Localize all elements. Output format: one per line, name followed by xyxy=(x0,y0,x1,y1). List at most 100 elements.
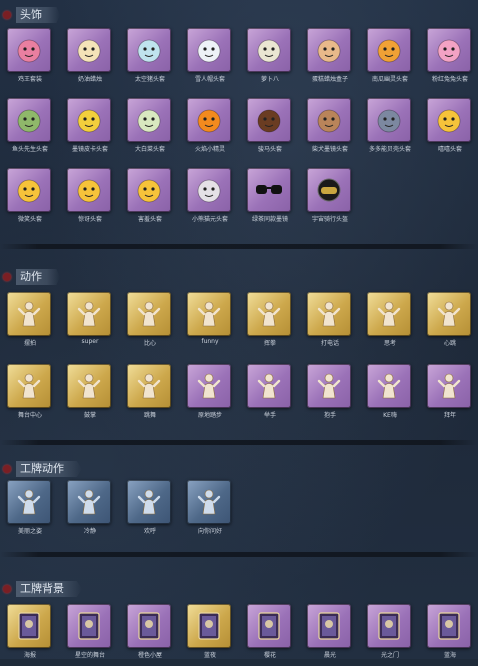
item-slot[interactable]: 比心 xyxy=(127,292,173,354)
item-card[interactable] xyxy=(67,364,111,408)
item-slot[interactable]: 跳舞 xyxy=(127,364,173,426)
item-card[interactable] xyxy=(67,604,111,648)
item-card[interactable] xyxy=(307,364,351,408)
item-slot[interactable]: 萝卜八 xyxy=(247,28,293,90)
item-card[interactable] xyxy=(67,98,111,142)
item-slot[interactable]: 摆拍 xyxy=(7,292,53,354)
item-card[interactable] xyxy=(67,480,111,524)
item-slot[interactable]: 蓝夜 xyxy=(187,604,233,666)
item-card[interactable] xyxy=(427,28,471,72)
item-slot[interactable]: 粉红兔兔头套 xyxy=(427,28,473,90)
item-slot[interactable]: 心跳 xyxy=(427,292,473,354)
item-card[interactable] xyxy=(307,604,351,648)
item-slot[interactable]: 海报 xyxy=(7,604,53,666)
item-card[interactable] xyxy=(427,604,471,648)
item-card[interactable] xyxy=(427,292,471,336)
item-slot[interactable]: super xyxy=(67,292,113,354)
item-slot[interactable]: 橙色小屋 xyxy=(127,604,173,666)
item-card[interactable] xyxy=(307,168,351,212)
item-slot[interactable]: 骏马头套 xyxy=(247,98,293,160)
item-slot[interactable]: 鼓掌 xyxy=(67,364,113,426)
item-slot[interactable]: 美丽之姿 xyxy=(7,480,53,542)
item-card[interactable] xyxy=(127,480,171,524)
item-slot[interactable]: 举手 xyxy=(247,364,293,426)
item-slot[interactable]: 抱手 xyxy=(307,364,353,426)
item-card[interactable] xyxy=(187,168,231,212)
item-card[interactable] xyxy=(67,292,111,336)
item-card[interactable] xyxy=(367,604,411,648)
item-slot[interactable]: 小熊猫元头套 xyxy=(187,168,233,230)
item-slot[interactable]: 鱼头先生头套 xyxy=(7,98,53,160)
item-slot[interactable]: 雪人帽头套 xyxy=(187,28,233,90)
item-card[interactable] xyxy=(307,98,351,142)
item-card[interactable] xyxy=(127,604,171,648)
item-slot[interactable]: 嘻嘻头套 xyxy=(427,98,473,160)
item-slot[interactable]: 思考 xyxy=(367,292,413,354)
item-card[interactable] xyxy=(127,364,171,408)
item-card[interactable] xyxy=(247,28,291,72)
item-card[interactable] xyxy=(7,168,51,212)
item-card[interactable] xyxy=(187,604,231,648)
item-slot[interactable]: 拜年 xyxy=(427,364,473,426)
item-slot[interactable]: 火焰小精灵 xyxy=(187,98,233,160)
item-slot[interactable]: 墨镜皮卡头套 xyxy=(67,98,113,160)
item-slot[interactable]: 挥拳 xyxy=(247,292,293,354)
item-card[interactable] xyxy=(187,98,231,142)
item-slot[interactable]: 向你问好 xyxy=(187,480,233,542)
item-slot[interactable]: funny xyxy=(187,292,233,354)
item-card[interactable] xyxy=(127,168,171,212)
item-card[interactable] xyxy=(67,168,111,212)
item-card[interactable] xyxy=(247,98,291,142)
item-slot[interactable]: 星空的舞台 xyxy=(67,604,113,666)
item-card[interactable] xyxy=(367,98,411,142)
item-card[interactable] xyxy=(187,292,231,336)
item-slot[interactable]: 奶油蜡烛 xyxy=(67,28,113,90)
item-card[interactable] xyxy=(427,364,471,408)
item-card[interactable] xyxy=(127,98,171,142)
item-slot[interactable]: 柴犬墨镜头套 xyxy=(307,98,353,160)
item-card[interactable] xyxy=(247,168,291,212)
item-slot[interactable]: 多多能贝壳头套 xyxy=(367,98,413,160)
item-card[interactable] xyxy=(7,98,51,142)
item-slot[interactable]: 宇宙骑行头盔 xyxy=(307,168,353,230)
item-card[interactable] xyxy=(307,28,351,72)
item-card[interactable] xyxy=(307,292,351,336)
item-card[interactable] xyxy=(7,292,51,336)
item-slot[interactable]: 蓝海 xyxy=(427,604,473,666)
item-slot[interactable]: 惊讶头套 xyxy=(67,168,113,230)
item-card[interactable] xyxy=(427,98,471,142)
item-slot[interactable]: 绿茶同款墨镜 xyxy=(247,168,293,230)
item-card[interactable] xyxy=(367,364,411,408)
item-slot[interactable]: 蛋糕蜡烛盒子 xyxy=(307,28,353,90)
item-card[interactable] xyxy=(367,292,411,336)
item-card[interactable] xyxy=(67,28,111,72)
item-slot[interactable]: 打电话 xyxy=(307,292,353,354)
item-slot[interactable]: 大白菜头套 xyxy=(127,98,173,160)
item-card[interactable] xyxy=(247,292,291,336)
item-card[interactable] xyxy=(7,480,51,524)
item-slot[interactable]: 南瓜幽灵头套 xyxy=(367,28,413,90)
item-slot[interactable]: 太空猪头套 xyxy=(127,28,173,90)
item-slot[interactable]: 光之门 xyxy=(367,604,413,666)
item-card[interactable] xyxy=(367,28,411,72)
item-card[interactable] xyxy=(7,604,51,648)
item-slot[interactable]: 微笑头套 xyxy=(7,168,53,230)
item-slot[interactable]: 原地踏步 xyxy=(187,364,233,426)
item-slot[interactable]: 晨光 xyxy=(307,604,353,666)
item-slot[interactable]: KE嗨 xyxy=(367,364,413,426)
item-card[interactable] xyxy=(247,604,291,648)
item-card[interactable] xyxy=(187,28,231,72)
item-slot[interactable]: 害羞头套 xyxy=(127,168,173,230)
item-slot[interactable]: 舞台中心 xyxy=(7,364,53,426)
item-slot[interactable]: 鸡王套装 xyxy=(7,28,53,90)
item-slot[interactable]: 冷静 xyxy=(67,480,113,542)
item-card[interactable] xyxy=(247,364,291,408)
item-slot[interactable]: 欢呼 xyxy=(127,480,173,542)
item-card[interactable] xyxy=(127,28,171,72)
item-card[interactable] xyxy=(187,480,231,524)
item-card[interactable] xyxy=(7,364,51,408)
item-card[interactable] xyxy=(7,28,51,72)
item-card[interactable] xyxy=(187,364,231,408)
item-card[interactable] xyxy=(127,292,171,336)
item-slot[interactable]: 樱花 xyxy=(247,604,293,666)
